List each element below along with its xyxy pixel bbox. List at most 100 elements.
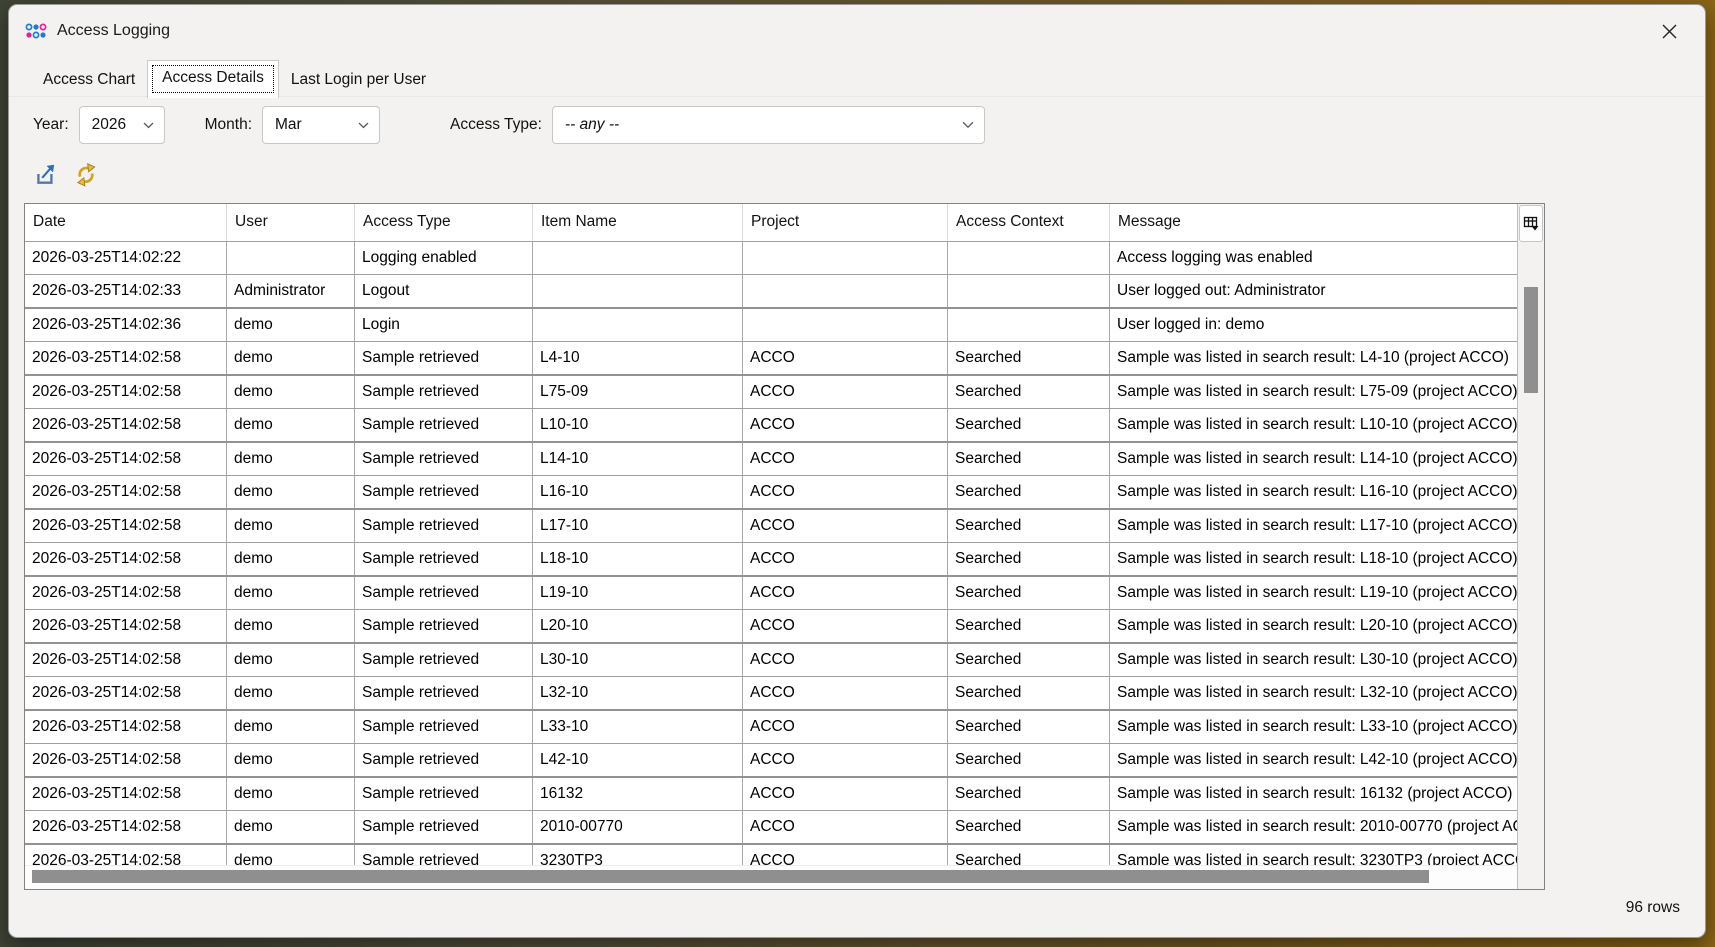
table-cell[interactable]: Searched (948, 610, 1110, 642)
column-header[interactable]: Access Context (948, 204, 1110, 241)
table-cell[interactable]: 2026-03-25T14:02:58 (25, 778, 227, 810)
table-cell[interactable] (533, 242, 743, 274)
close-button[interactable] (1647, 15, 1691, 47)
table-cell[interactable]: demo (227, 476, 355, 508)
table-cell[interactable] (948, 242, 1110, 274)
table-row[interactable]: 2026-03-25T14:02:58demoSample retrievedL… (25, 476, 1517, 510)
table-cell[interactable]: L16-10 (533, 476, 743, 508)
table-cell[interactable]: Sample retrieved (355, 711, 533, 743)
table-cell[interactable]: 2026-03-25T14:02:58 (25, 811, 227, 843)
table-cell[interactable]: ACCO (743, 543, 948, 575)
table-cell[interactable]: Sample was listed in search result: L10-… (1110, 409, 1517, 441)
table-cell[interactable]: Sample was listed in search result: 2010… (1110, 811, 1517, 843)
table-row[interactable]: 2026-03-25T14:02:58demoSample retrievedL… (25, 510, 1517, 543)
table-row[interactable]: 2026-03-25T14:02:33AdministratorLogout Us… (25, 275, 1517, 309)
table-cell[interactable]: L18-10 (533, 543, 743, 575)
table-cell[interactable]: 2026-03-25T14:02:58 (25, 543, 227, 575)
table-cell[interactable]: Searched (948, 577, 1110, 609)
table-cell[interactable]: Sample retrieved (355, 811, 533, 843)
table-cell[interactable]: User logged in: demo (1110, 309, 1517, 341)
table-cell[interactable]: 2026-03-25T14:02:58 (25, 577, 227, 609)
table-cell[interactable]: Searched (948, 677, 1110, 709)
table-cell[interactable]: 2026-03-25T14:02:58 (25, 476, 227, 508)
table-cell[interactable]: demo (227, 443, 355, 475)
column-chooser-button[interactable] (1519, 205, 1543, 242)
table-cell[interactable]: 2026-03-25T14:02:58 (25, 342, 227, 374)
column-header[interactable]: Message (1110, 204, 1517, 241)
horizontal-scrollbar[interactable] (25, 865, 1517, 889)
table-row[interactable]: 2026-03-25T14:02:58demoSample retrievedL… (25, 409, 1517, 443)
table-cell[interactable]: 2026-03-25T14:02:58 (25, 443, 227, 475)
column-header[interactable]: Date (25, 204, 227, 241)
table-cell[interactable]: Searched (948, 845, 1110, 865)
column-header[interactable]: User (227, 204, 355, 241)
table-cell[interactable] (533, 309, 743, 341)
table-cell[interactable]: Sample retrieved (355, 677, 533, 709)
table-cell[interactable]: demo (227, 744, 355, 776)
table-row[interactable]: 2026-03-25T14:02:58demoSample retrievedL… (25, 610, 1517, 644)
table-cell[interactable]: Sample retrieved (355, 644, 533, 676)
table-cell[interactable]: Searched (948, 811, 1110, 843)
table-row[interactable]: 2026-03-25T14:02:36demoLoginUser logged … (25, 309, 1517, 342)
table-cell[interactable]: demo (227, 577, 355, 609)
table-row[interactable]: 2026-03-25T14:02:58demoSample retrievedL… (25, 577, 1517, 610)
table-cell[interactable]: ACCO (743, 610, 948, 642)
table-cell[interactable]: 2026-03-25T14:02:58 (25, 376, 227, 408)
tab-access-chart[interactable]: Access Chart (31, 64, 147, 97)
table-cell[interactable]: ACCO (743, 811, 948, 843)
table-cell[interactable]: Sample was listed in search result: L33-… (1110, 711, 1517, 743)
table-cell[interactable]: demo (227, 711, 355, 743)
table-cell[interactable]: Sample retrieved (355, 409, 533, 441)
table-cell[interactable]: L19-10 (533, 577, 743, 609)
table-cell[interactable]: Searched (948, 443, 1110, 475)
table-row[interactable]: 2026-03-25T14:02:58demoSample retrievedL… (25, 443, 1517, 476)
table-cell[interactable]: 2026-03-25T14:02:22 (25, 242, 227, 274)
table-row[interactable]: 2026-03-25T14:02:58demoSample retrieved2… (25, 811, 1517, 845)
table-row[interactable]: 2026-03-25T14:02:58demoSample retrievedL… (25, 376, 1517, 409)
table-cell[interactable]: Sample was listed in search result: L16-… (1110, 476, 1517, 508)
table-row[interactable]: 2026-03-25T14:02:58demoSample retrieved3… (25, 845, 1517, 865)
table-cell[interactable]: Sample was listed in search result: L14-… (1110, 443, 1517, 475)
table-cell[interactable]: demo (227, 409, 355, 441)
year-select[interactable]: 2026 (79, 106, 165, 144)
table-cell[interactable]: L10-10 (533, 409, 743, 441)
table-cell[interactable]: 2026-03-25T14:02:58 (25, 644, 227, 676)
export-button[interactable] (31, 159, 61, 189)
table-cell[interactable]: ACCO (743, 577, 948, 609)
title-bar[interactable]: Access Logging (9, 5, 1705, 57)
table-cell[interactable] (948, 275, 1110, 307)
table-cell[interactable]: demo (227, 778, 355, 810)
table-cell[interactable]: Sample retrieved (355, 342, 533, 374)
table-row[interactable]: 2026-03-25T14:02:58demoSample retrievedL… (25, 744, 1517, 778)
table-cell[interactable]: ACCO (743, 644, 948, 676)
table-cell[interactable]: Sample retrieved (355, 510, 533, 542)
table-cell[interactable]: demo (227, 376, 355, 408)
table-row[interactable]: 2026-03-25T14:02:22Logging enabledAccess… (25, 242, 1517, 275)
table-cell[interactable]: Sample was listed in search result: 1613… (1110, 778, 1517, 810)
table-cell[interactable]: Sample was listed in search result: 3230… (1110, 845, 1517, 865)
table-cell[interactable]: Sample was listed in search result: L4-1… (1110, 342, 1517, 374)
month-select[interactable]: Mar (262, 106, 380, 144)
table-cell[interactable]: Administrator (227, 275, 355, 307)
table-cell[interactable]: Searched (948, 342, 1110, 374)
tab-access-details[interactable]: Access Details (147, 60, 279, 98)
table-cell[interactable]: L17-10 (533, 510, 743, 542)
table-cell[interactable]: User logged out: Administrator (1110, 275, 1517, 307)
table-cell[interactable]: 3230TP3 (533, 845, 743, 865)
table-cell[interactable]: Sample retrieved (355, 443, 533, 475)
table-cell[interactable]: Sample was listed in search result: L17-… (1110, 510, 1517, 542)
table-cell[interactable]: ACCO (743, 409, 948, 441)
table-cell[interactable]: Sample was listed in search result: L20-… (1110, 610, 1517, 642)
column-header[interactable]: Project (743, 204, 948, 241)
table-cell[interactable]: Logging enabled (355, 242, 533, 274)
table-cell[interactable]: Logout (355, 275, 533, 307)
table-cell[interactable]: 2026-03-25T14:02:33 (25, 275, 227, 307)
table-cell[interactable]: demo (227, 309, 355, 341)
table-cell[interactable]: ACCO (743, 778, 948, 810)
table-cell[interactable]: 2026-03-25T14:02:58 (25, 409, 227, 441)
table-cell[interactable]: 2010-00770 (533, 811, 743, 843)
table-cell[interactable]: ACCO (743, 376, 948, 408)
table-cell[interactable]: Sample retrieved (355, 476, 533, 508)
horizontal-scrollbar-thumb[interactable] (32, 870, 1429, 883)
table-cell[interactable]: Login (355, 309, 533, 341)
